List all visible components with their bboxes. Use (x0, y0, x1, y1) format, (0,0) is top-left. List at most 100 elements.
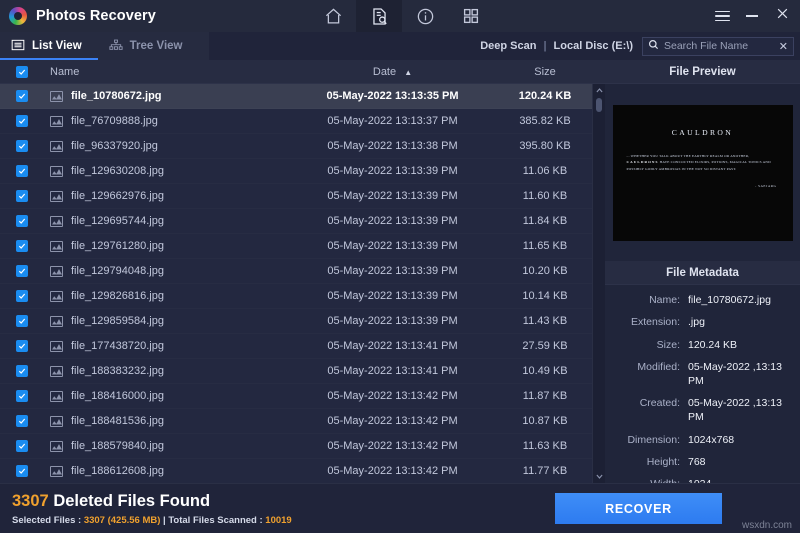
file-metadata-list: Name: file_10780672.jpg Extension: .jpg Size… (605, 285, 800, 526)
image-file-icon (50, 290, 63, 302)
row-checkbox[interactable] (16, 290, 28, 302)
row-checkbox[interactable] (16, 165, 28, 177)
file-list-panel: Name Date ▲ Size file_10780672.jpg 05-May… (0, 60, 605, 483)
table-row[interactable]: file_96337920.jpg 05-May-2022 13:13:38 PM… (0, 134, 605, 159)
row-checkbox[interactable] (16, 265, 28, 277)
row-size-cell: 120.24 KB (518, 90, 572, 102)
row-checkbox-cell[interactable] (0, 140, 44, 152)
table-row[interactable]: file_129695744.jpg 05-May-2022 13:13:39 P… (0, 209, 605, 234)
image-file-icon (50, 240, 63, 252)
menu-button[interactable] (714, 8, 730, 24)
search-input[interactable] (664, 40, 768, 52)
chevron-up-icon[interactable] (593, 84, 605, 97)
footer-substatus: Selected Files : 3307 (425.56 MB) | Tota… (12, 515, 292, 526)
row-checkbox[interactable] (16, 90, 28, 102)
row-checkbox[interactable] (16, 340, 28, 352)
image-file-icon (50, 115, 63, 127)
search-clear-icon[interactable]: ✕ (779, 40, 788, 53)
table-row[interactable]: file_129761280.jpg 05-May-2022 13:13:39 P… (0, 234, 605, 259)
row-checkbox-cell[interactable] (0, 340, 44, 352)
row-date-cell: 05-May-2022 13:13:39 PM (327, 290, 458, 302)
photos-recovery-window: Photos Recovery List View Tree View Deep… (0, 0, 800, 533)
tab-list-view[interactable]: List View (0, 32, 98, 60)
row-checkbox-cell[interactable] (0, 265, 44, 277)
image-file-icon (50, 365, 63, 377)
row-file-name: file_129662976.jpg (71, 190, 164, 202)
row-checkbox-cell[interactable] (0, 465, 44, 477)
grid-nav-button[interactable] (448, 0, 494, 32)
row-date-cell: 05-May-2022 13:13:39 PM (327, 215, 458, 227)
scan-nav-button[interactable] (356, 0, 402, 32)
table-row[interactable]: file_129630208.jpg 05-May-2022 13:13:39 P… (0, 159, 605, 184)
table-row[interactable]: file_129794048.jpg 05-May-2022 13:13:39 P… (0, 259, 605, 284)
search-box[interactable]: ✕ (642, 36, 794, 56)
row-checkbox-cell[interactable] (0, 315, 44, 327)
table-row[interactable]: file_177438720.jpg 05-May-2022 13:13:41 P… (0, 334, 605, 359)
row-checkbox-cell[interactable] (0, 240, 44, 252)
row-checkbox[interactable] (16, 390, 28, 402)
row-checkbox-cell[interactable] (0, 115, 44, 127)
row-checkbox-cell[interactable] (0, 165, 44, 177)
select-all-checkbox[interactable] (16, 65, 28, 78)
row-checkbox[interactable] (16, 440, 28, 452)
table-row[interactable]: file_129826816.jpg 05-May-2022 13:13:39 P… (0, 284, 605, 309)
tab-tree-view[interactable]: Tree View (97, 32, 209, 60)
row-checkbox-cell[interactable] (0, 415, 44, 427)
close-button[interactable] (774, 8, 790, 24)
minimize-icon (746, 15, 758, 17)
table-row[interactable]: file_76709888.jpg 05-May-2022 13:13:37 PM… (0, 109, 605, 134)
table-row[interactable]: file_188383232.jpg 05-May-2022 13:13:41 P… (0, 359, 605, 384)
image-file-icon (50, 390, 63, 402)
main-body: Name Date ▲ Size file_10780672.jpg 05-May… (0, 60, 800, 526)
home-nav-button[interactable] (310, 0, 356, 32)
row-checkbox[interactable] (16, 140, 28, 152)
chevron-down-icon[interactable] (593, 470, 605, 483)
row-checkbox[interactable] (16, 240, 28, 252)
row-checkbox[interactable] (16, 115, 28, 127)
row-file-name: file_188579840.jpg (71, 440, 164, 452)
metadata-label: Name: (649, 294, 680, 306)
row-checkbox-cell[interactable] (0, 390, 44, 402)
table-row[interactable]: file_188579840.jpg 05-May-2022 13:13:42 P… (0, 434, 605, 459)
row-checkbox[interactable] (16, 315, 28, 327)
row-checkbox[interactable] (16, 415, 28, 427)
scrollbar-thumb[interactable] (596, 98, 602, 112)
row-checkbox-cell[interactable] (0, 365, 44, 377)
row-checkbox-cell[interactable] (0, 440, 44, 452)
sort-ascending-icon: ▲ (404, 67, 413, 77)
row-checkbox[interactable] (16, 365, 28, 377)
table-row[interactable]: file_188416000.jpg 05-May-2022 13:13:42 P… (0, 384, 605, 409)
row-checkbox[interactable] (16, 215, 28, 227)
footer-status-text: 3307 Deleted Files Found Selected Files … (0, 492, 292, 526)
row-file-name: file_10780672.jpg (71, 90, 162, 102)
row-checkbox-cell[interactable] (0, 90, 44, 102)
vertical-scrollbar[interactable] (592, 84, 605, 483)
table-row[interactable]: file_188612608.jpg 05-May-2022 13:13:42 P… (0, 459, 605, 483)
metadata-value: .jpg (688, 316, 705, 329)
row-size-cell: 11.60 KB (522, 190, 568, 202)
metadata-row: Modified: 05-May-2022 ,13:13 PM (605, 361, 790, 389)
table-row[interactable]: file_129859584.jpg 05-May-2022 13:13:39 P… (0, 309, 605, 334)
row-checkbox[interactable] (16, 190, 28, 202)
table-row[interactable]: file_188481536.jpg 05-May-2022 13:13:42 P… (0, 409, 605, 434)
watermark: wsxdn.com (741, 520, 792, 531)
table-row[interactable]: file_10780672.jpg 05-May-2022 13:13:35 PM… (0, 84, 605, 109)
selected-files-value: 3307 (425.56 MB) (83, 514, 161, 526)
column-header-name[interactable]: Name (44, 66, 300, 78)
row-checkbox[interactable] (16, 465, 28, 477)
row-date-cell: 05-May-2022 13:13:42 PM (327, 390, 458, 402)
info-nav-button[interactable] (402, 0, 448, 32)
column-header-size[interactable]: Size (485, 66, 605, 78)
row-checkbox-cell[interactable] (0, 290, 44, 302)
row-checkbox-cell[interactable] (0, 215, 44, 227)
row-checkbox-cell[interactable] (0, 190, 44, 202)
table-row[interactable]: file_129662976.jpg 05-May-2022 13:13:39 P… (0, 184, 605, 209)
metadata-value: 120.24 KB (688, 338, 738, 351)
recover-button[interactable]: RECOVER (555, 493, 722, 524)
select-all-cell[interactable] (0, 65, 44, 78)
row-size-cell: 385.82 KB (519, 115, 571, 127)
column-header-date[interactable]: Date ▲ (300, 66, 485, 78)
row-date-cell: 05-May-2022 13:13:35 PM (326, 90, 459, 102)
toolbar-right: Deep Scan | Local Disc (E:\) ✕ (480, 32, 800, 60)
minimize-button[interactable] (744, 8, 760, 24)
